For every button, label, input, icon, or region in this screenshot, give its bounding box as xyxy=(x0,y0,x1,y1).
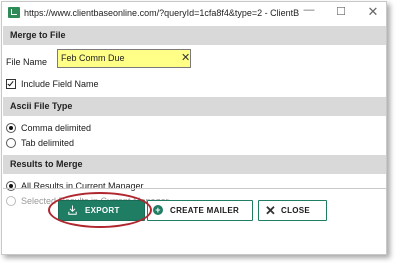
app-icon xyxy=(8,7,20,18)
dialog-window: https://www.clientbaseonline.com/?queryI… xyxy=(1,1,387,255)
footer-divider xyxy=(3,188,386,189)
file-name-row: File Name Feb Comm Due ✕ xyxy=(3,45,386,79)
radio-label-all-results: All Results in Current Manager xyxy=(21,181,144,191)
section-header-results-to-merge: Results to Merge xyxy=(3,155,386,174)
file-name-input[interactable]: Feb Comm Due xyxy=(57,49,191,68)
radio-button-comma[interactable] xyxy=(6,122,16,133)
radio-label-tab: Tab delimited xyxy=(21,138,75,148)
radio-button-all-results[interactable] xyxy=(6,180,16,191)
maximize-button[interactable]: ☐ xyxy=(333,5,349,19)
file-name-label: File Name xyxy=(6,57,48,67)
clear-input-icon[interactable]: ✕ xyxy=(181,50,190,67)
include-field-name-row[interactable]: Include Field Name xyxy=(3,75,386,94)
title-bar: https://www.clientbaseonline.com/?queryI… xyxy=(2,2,386,24)
section-header-merge-to-file: Merge to File xyxy=(3,26,386,45)
radio-comma-delimited[interactable]: Comma delimited xyxy=(3,121,386,136)
include-field-name-checkbox[interactable] xyxy=(6,78,16,89)
close-icon: ✕ xyxy=(265,203,277,218)
radio-tab-delimited[interactable]: Tab delimited xyxy=(3,136,386,151)
include-field-name-label: Include Field Name xyxy=(21,79,99,89)
radio-button-selected-results xyxy=(6,195,16,206)
dialog-content: Merge to File File Name Feb Comm Due ✕ I… xyxy=(3,26,386,209)
radio-all-results[interactable]: All Results in Current Manager xyxy=(3,179,386,194)
radio-button-tab[interactable] xyxy=(6,137,16,148)
radio-label-comma: Comma delimited xyxy=(21,123,92,133)
plus-icon: + xyxy=(153,205,163,215)
section-header-ascii-file-type: Ascii File Type xyxy=(3,97,386,116)
export-button[interactable]: EXPORT xyxy=(58,200,145,221)
window-url: https://www.clientbaseonline.com/?queryI… xyxy=(24,8,299,18)
close-button[interactable]: ✕ CLOSE xyxy=(258,200,327,221)
create-mailer-button[interactable]: + CREATE MAILER xyxy=(147,200,253,221)
window-close-button[interactable]: ✕ xyxy=(365,5,381,19)
export-button-label: EXPORT xyxy=(85,206,120,215)
create-mailer-button-label: CREATE MAILER xyxy=(170,206,240,215)
minimize-button[interactable]: — xyxy=(301,3,317,17)
download-icon xyxy=(68,205,77,215)
close-button-label: CLOSE xyxy=(281,206,311,215)
